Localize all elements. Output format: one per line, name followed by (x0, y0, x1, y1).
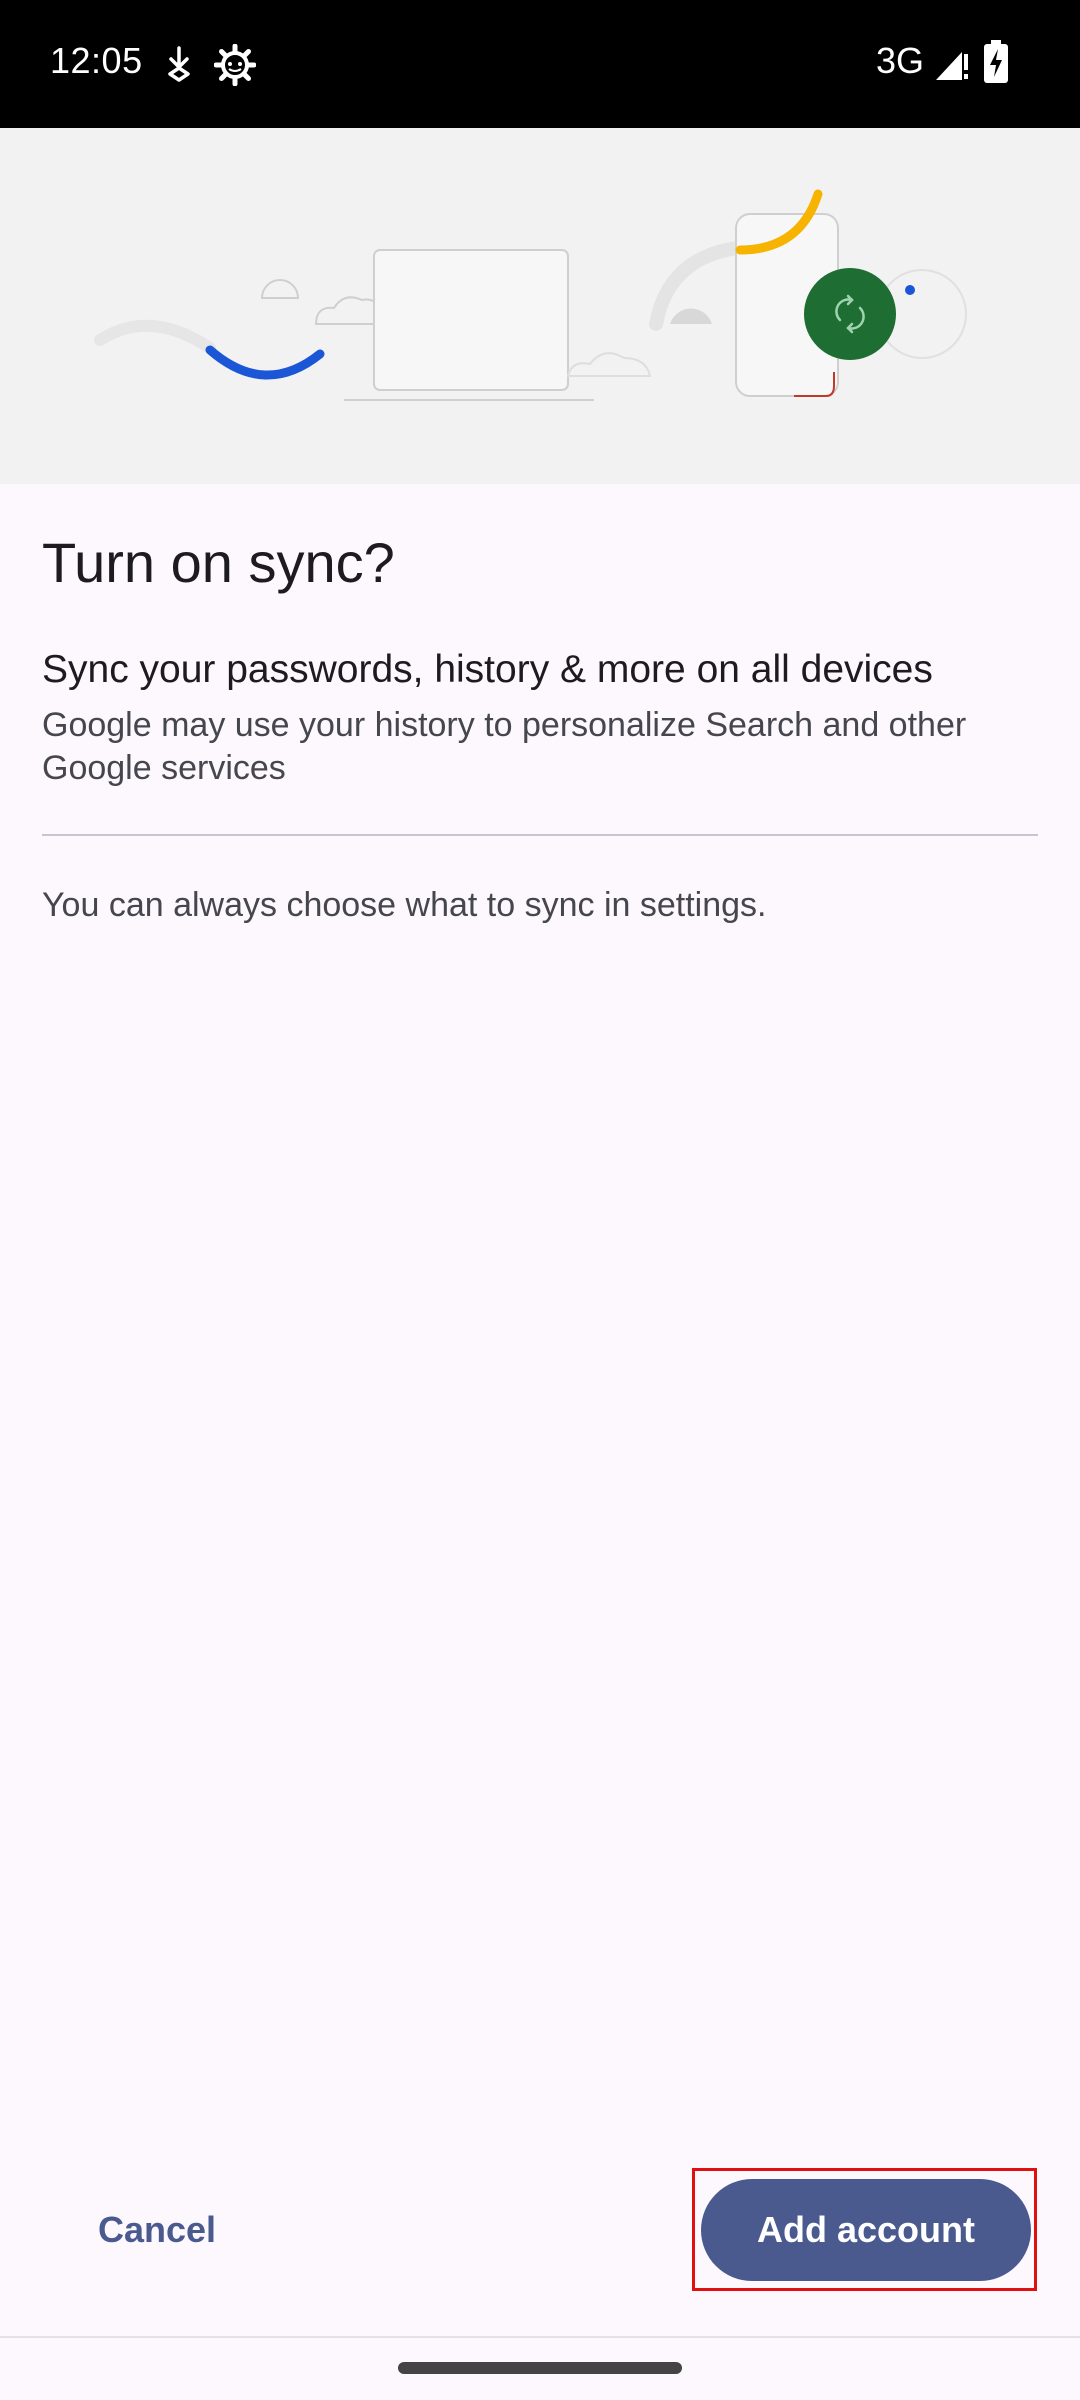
status-time: 12:05 (50, 40, 143, 81)
status-bar: 12:05 3G (0, 0, 1080, 128)
cancel-button[interactable]: Cancel (60, 2178, 256, 2282)
network-type-label: 3G (876, 40, 925, 81)
settings-note: You can always choose what to sync in se… (42, 886, 767, 924)
download-icon (162, 44, 196, 89)
home-indicator[interactable] (398, 2362, 682, 2374)
page-title: Turn on sync? (42, 531, 395, 594)
sync-hero-illustration (0, 128, 1080, 484)
add-account-button[interactable]: Add account (701, 2179, 1031, 2281)
section-divider (42, 834, 1038, 836)
sync-consent-screen: 12:05 3G Turn on sync? Sync your passwor… (0, 0, 1080, 2400)
settings-icon (213, 43, 257, 91)
battery-charging-icon (982, 40, 1010, 89)
signal-icon (934, 46, 970, 87)
nav-divider (0, 2336, 1080, 2338)
sync-subtitle: Sync your passwords, history & more on a… (42, 648, 933, 691)
personalization-description: Google may use your history to personali… (42, 706, 967, 787)
add-account-highlight: Add account (692, 2168, 1037, 2291)
